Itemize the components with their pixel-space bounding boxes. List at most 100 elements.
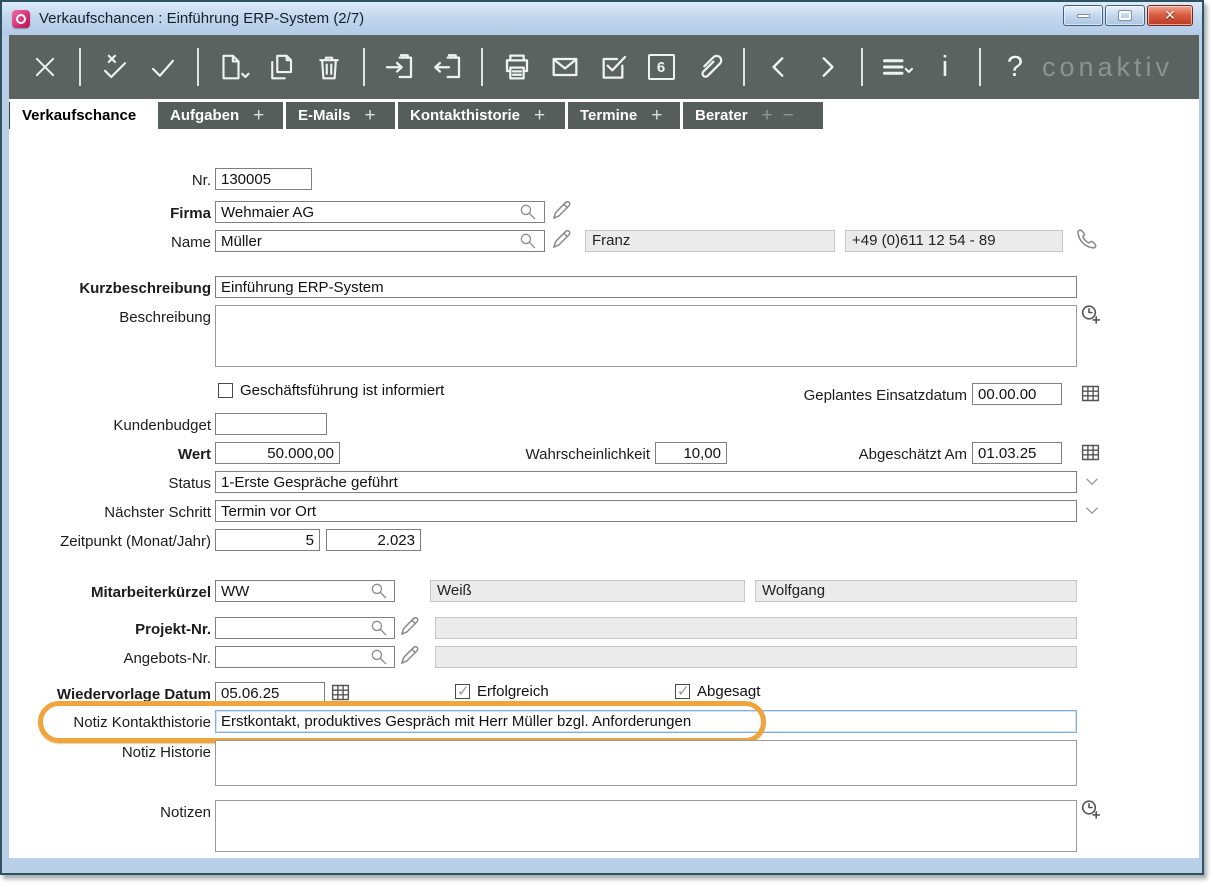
app-window: Verkaufschancen : Einführung ERP-System … bbox=[0, 0, 1204, 875]
toolbar: 6 i ? conaktiv bbox=[9, 35, 1199, 99]
tab-label: Berater bbox=[695, 107, 748, 124]
attachment-icon[interactable] bbox=[691, 47, 727, 87]
email-icon[interactable] bbox=[547, 47, 583, 87]
tab-emails[interactable]: E-Mails bbox=[286, 102, 395, 129]
menu-icon[interactable] bbox=[879, 47, 915, 87]
export-icon[interactable] bbox=[429, 47, 465, 87]
phone-field: +49 (0)611 12 54 - 89 bbox=[845, 230, 1063, 252]
erfolgreich-checkbox[interactable] bbox=[455, 684, 470, 699]
notizen-label: Notizen bbox=[27, 802, 211, 824]
nr-input[interactable] bbox=[215, 168, 312, 190]
timestamp-add-icon[interactable] bbox=[1079, 798, 1103, 822]
kurzbeschreibung-label: Kurzbeschreibung bbox=[27, 278, 211, 300]
naechster-schritt-dropdown-chevron-icon[interactable] bbox=[1083, 502, 1101, 520]
events-count-icon[interactable]: 6 bbox=[643, 47, 679, 87]
projekt-search-icon[interactable] bbox=[369, 618, 389, 638]
notiz-historie-textarea[interactable] bbox=[215, 740, 1077, 786]
toolbar-separator bbox=[481, 48, 483, 86]
mitarbeiterkuerzel-input[interactable] bbox=[215, 580, 395, 602]
projekt-nr-input[interactable] bbox=[215, 617, 395, 639]
abgeschaetzt-am-label: Abgeschätzt Am bbox=[742, 444, 967, 466]
kundenbudget-input[interactable] bbox=[215, 413, 327, 435]
save-icon[interactable] bbox=[145, 47, 181, 87]
phone-icon[interactable] bbox=[1073, 227, 1097, 251]
mitarbeiter-nachname-field: Weiß bbox=[430, 580, 745, 602]
status-input[interactable] bbox=[215, 471, 1077, 493]
close-icon bbox=[1164, 7, 1176, 25]
notiz-kontakthistorie-input[interactable] bbox=[215, 710, 1077, 733]
tab-aufgaben[interactable]: Aufgaben bbox=[158, 102, 283, 129]
mitarbeiter-search-icon[interactable] bbox=[369, 581, 389, 601]
angebots-nr-input[interactable] bbox=[215, 646, 395, 668]
task-icon[interactable] bbox=[595, 47, 631, 87]
wahrscheinlichkeit-input[interactable] bbox=[655, 442, 727, 464]
beschreibung-textarea[interactable] bbox=[215, 305, 1077, 367]
notizen-textarea[interactable] bbox=[215, 800, 1077, 852]
tab-verkaufschance[interactable]: Verkaufschance bbox=[10, 102, 156, 129]
geplantes-einsatzdatum-input[interactable] bbox=[972, 383, 1062, 405]
naechster-schritt-label: Nächster Schritt bbox=[27, 502, 211, 524]
timestamp-add-icon[interactable] bbox=[1079, 303, 1103, 327]
new-record-icon[interactable] bbox=[215, 47, 251, 87]
name-input[interactable] bbox=[215, 230, 545, 252]
abgeschaetzt-am-input[interactable] bbox=[972, 442, 1062, 464]
tab-label: Termine bbox=[580, 107, 637, 124]
next-record-icon[interactable] bbox=[809, 47, 845, 87]
maximize-button[interactable] bbox=[1105, 5, 1145, 26]
tab-termine[interactable]: Termine bbox=[568, 102, 680, 129]
delete-icon[interactable] bbox=[311, 47, 347, 87]
tab-berater[interactable]: Berater bbox=[683, 102, 823, 129]
firma-edit-icon[interactable] bbox=[550, 199, 573, 222]
previous-record-icon[interactable] bbox=[761, 47, 797, 87]
add-tab-icon bbox=[762, 106, 773, 125]
close-button[interactable] bbox=[1147, 5, 1193, 26]
angebots-search-icon[interactable] bbox=[369, 647, 389, 667]
duplicate-icon[interactable] bbox=[263, 47, 299, 87]
titlebar: Verkaufschancen : Einführung ERP-System … bbox=[2, 2, 1202, 35]
add-tab-icon[interactable] bbox=[365, 106, 376, 125]
name-search-icon[interactable] bbox=[518, 231, 538, 251]
zeitpunkt-jahr-input[interactable] bbox=[326, 529, 421, 551]
calendar-icon[interactable] bbox=[1080, 442, 1101, 463]
tab-kontakthistorie[interactable]: Kontakthistorie bbox=[398, 102, 565, 129]
add-tab-icon[interactable] bbox=[651, 106, 662, 125]
firma-search-icon[interactable] bbox=[518, 202, 538, 222]
wiedervorlage-input[interactable] bbox=[215, 682, 325, 704]
status-dropdown-chevron-icon[interactable] bbox=[1083, 473, 1101, 491]
wert-input[interactable] bbox=[215, 442, 340, 464]
beschreibung-label: Beschreibung bbox=[27, 307, 211, 329]
projekt-edit-icon[interactable] bbox=[398, 615, 421, 638]
cancel-icon[interactable] bbox=[27, 47, 63, 87]
angebots-edit-icon[interactable] bbox=[398, 644, 421, 667]
kundenbudget-label: Kundenbudget bbox=[27, 415, 211, 437]
projekt-linked-field bbox=[435, 617, 1077, 639]
gf-informiert-checkbox[interactable] bbox=[218, 383, 233, 398]
add-tab-icon[interactable] bbox=[534, 106, 545, 125]
abgesagt-checkbox[interactable] bbox=[675, 684, 690, 699]
name-edit-icon[interactable] bbox=[550, 228, 573, 251]
import-icon[interactable] bbox=[381, 47, 417, 87]
print-icon[interactable] bbox=[499, 47, 535, 87]
abgesagt-label: Abgesagt bbox=[697, 682, 760, 702]
name-label: Name bbox=[27, 232, 211, 254]
save-close-icon[interactable] bbox=[97, 47, 133, 87]
toolbar-separator bbox=[743, 48, 745, 86]
help-icon[interactable]: ? bbox=[997, 47, 1033, 87]
info-icon[interactable]: i bbox=[927, 47, 963, 87]
firma-input[interactable] bbox=[215, 201, 545, 223]
minimize-button[interactable] bbox=[1063, 5, 1103, 26]
calendar-icon[interactable] bbox=[330, 682, 351, 703]
calendar-icon[interactable] bbox=[1080, 383, 1101, 404]
conaktiv-logo: conaktiv bbox=[1042, 52, 1173, 83]
tab-label: Verkaufschance bbox=[22, 107, 136, 124]
zeitpunkt-label: Zeitpunkt (Monat/Jahr) bbox=[27, 531, 211, 553]
toolbar-separator bbox=[861, 48, 863, 86]
tab-label: E-Mails bbox=[298, 107, 351, 124]
window-title: Verkaufschancen : Einführung ERP-System … bbox=[39, 10, 364, 27]
mitarbeiter-vorname-field: Wolfgang bbox=[755, 580, 1077, 602]
naechster-schritt-input[interactable] bbox=[215, 500, 1077, 522]
add-tab-icon[interactable] bbox=[253, 106, 264, 125]
kurzbeschreibung-input[interactable] bbox=[215, 276, 1077, 298]
zeitpunkt-monat-input[interactable] bbox=[215, 529, 320, 551]
mitarbeiterkuerzel-label: Mitarbeiterkürzel bbox=[27, 582, 211, 604]
